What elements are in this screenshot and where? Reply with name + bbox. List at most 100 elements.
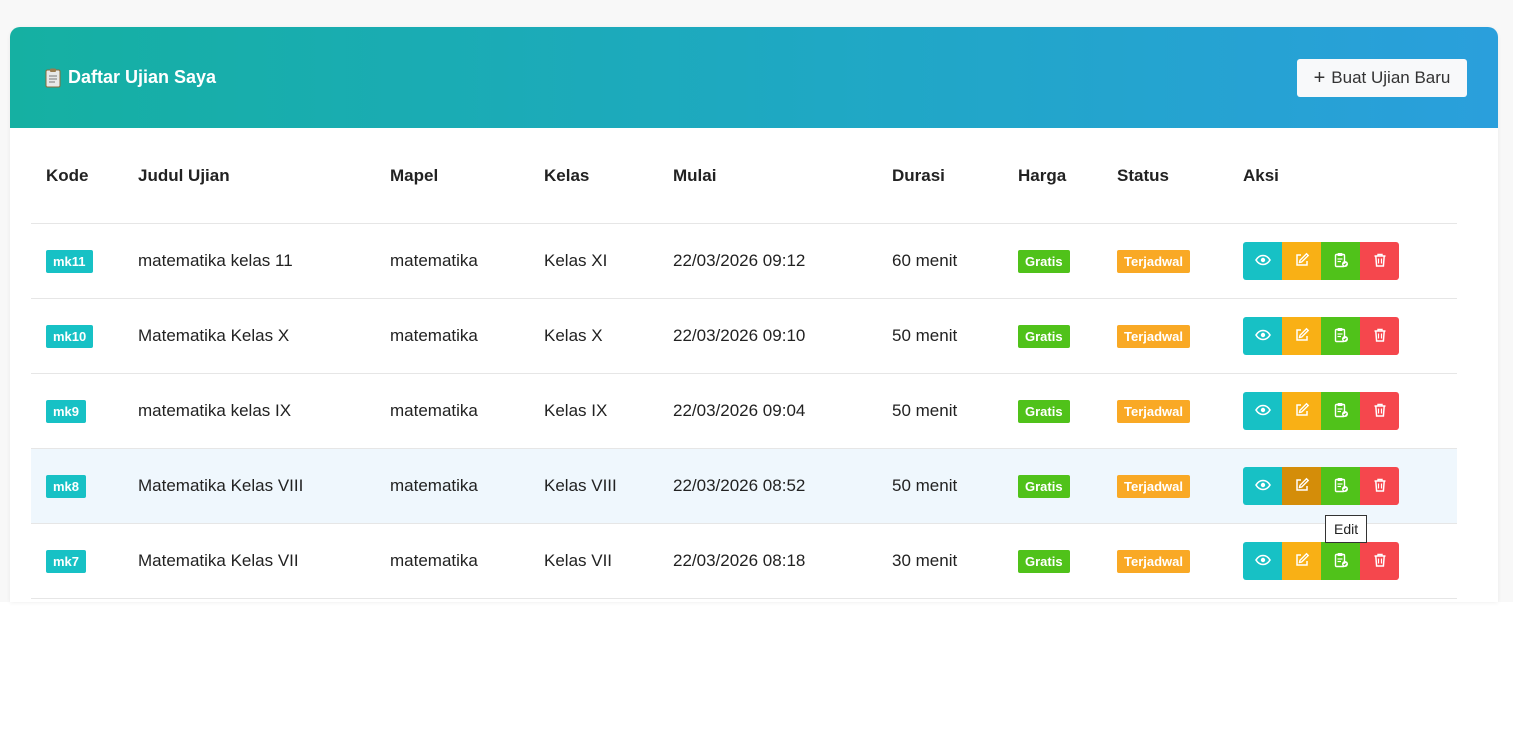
cell-class: Kelas X <box>529 298 658 374</box>
cell-status: Terjadwal <box>1102 298 1228 374</box>
action-group <box>1243 242 1457 280</box>
cell-subject: matematika <box>375 373 529 449</box>
status-badge: Terjadwal <box>1117 324 1191 348</box>
cell-actions <box>1228 298 1457 374</box>
edit-icon <box>1294 327 1310 346</box>
edit-button[interactable] <box>1282 467 1321 505</box>
cell-class: Kelas VIII <box>529 448 658 524</box>
view-button[interactable] <box>1243 317 1282 355</box>
col-header-judul: Judul Ujian <box>123 128 375 224</box>
cell-title: Matematika Kelas VII <box>123 523 375 599</box>
clipboard-check-icon <box>1333 252 1349 271</box>
view-button[interactable] <box>1243 242 1282 280</box>
results-button[interactable] <box>1321 542 1360 580</box>
delete-button[interactable] <box>1360 317 1399 355</box>
results-button[interactable] <box>1321 242 1360 280</box>
cell-status: Terjadwal <box>1102 523 1228 599</box>
status-badge: Terjadwal <box>1117 249 1191 273</box>
cell-subject: matematika <box>375 448 529 524</box>
cell-title: Matematika Kelas VIII <box>123 448 375 524</box>
trash-icon <box>1372 252 1388 271</box>
cell-code: mk7 <box>31 523 123 599</box>
create-exam-button[interactable]: + Buat Ujian Baru <box>1297 59 1467 97</box>
col-header-harga: Harga <box>1003 128 1102 224</box>
view-button[interactable] <box>1243 467 1282 505</box>
results-button[interactable] <box>1321 467 1360 505</box>
page-title: Daftar Ujian Saya <box>44 67 216 88</box>
status-badge: Terjadwal <box>1117 549 1191 573</box>
edit-tooltip: Edit <box>1325 515 1368 543</box>
status-badge: Terjadwal <box>1117 399 1191 423</box>
plus-icon: + <box>1313 67 1326 89</box>
cell-start: 22/03/2026 09:12 <box>658 223 877 299</box>
card-header: Daftar Ujian Saya + Buat Ujian Baru <box>10 27 1498 128</box>
col-header-mulai: Mulai <box>658 128 877 224</box>
edit-icon <box>1294 252 1310 271</box>
results-button[interactable] <box>1321 317 1360 355</box>
action-group <box>1243 542 1457 580</box>
results-button[interactable] <box>1321 392 1360 430</box>
eye-icon <box>1254 402 1271 421</box>
cell-subject: matematika <box>375 298 529 374</box>
edit-button[interactable] <box>1282 542 1321 580</box>
cell-start: 22/03/2026 08:52 <box>658 448 877 524</box>
cell-start: 22/03/2026 09:04 <box>658 373 877 449</box>
clipboard-icon <box>44 68 62 88</box>
cell-duration: 50 menit <box>877 298 1003 374</box>
delete-button[interactable] <box>1360 542 1399 580</box>
exam-table: Kode Judul Ujian Mapel Kelas Mulai Duras… <box>31 128 1457 599</box>
cell-code: mk10 <box>31 298 123 374</box>
edit-icon <box>1294 477 1310 496</box>
trash-icon <box>1372 327 1388 346</box>
cell-actions <box>1228 223 1457 299</box>
create-exam-label: Buat Ujian Baru <box>1331 68 1451 87</box>
cell-class: Kelas IX <box>529 373 658 449</box>
edit-button[interactable] <box>1282 392 1321 430</box>
cell-title: Matematika Kelas X <box>123 298 375 374</box>
code-badge: mk9 <box>46 399 87 423</box>
action-group <box>1243 392 1457 430</box>
edit-icon <box>1294 402 1310 421</box>
eye-icon <box>1254 327 1271 346</box>
cell-start: 22/03/2026 08:18 <box>658 523 877 599</box>
page-background <box>0 602 1513 752</box>
code-badge: mk10 <box>46 324 94 348</box>
table-row: mk11 matematika kelas 11 matematika Kelas X… <box>31 223 1457 299</box>
table-row: mk7 Matematika Kelas VII matematika Kelas V… <box>31 523 1457 599</box>
cell-title: matematika kelas 11 <box>123 223 375 299</box>
eye-icon <box>1254 552 1271 571</box>
trash-icon <box>1372 477 1388 496</box>
table-row: mk9 matematika kelas IX matematika Kelas IX… <box>31 373 1457 449</box>
action-group <box>1243 317 1457 355</box>
col-header-aksi: Aksi <box>1228 128 1457 224</box>
price-badge: Gratis <box>1018 324 1070 348</box>
delete-button[interactable] <box>1360 392 1399 430</box>
edit-button[interactable] <box>1282 242 1321 280</box>
cell-price: Gratis <box>1003 523 1102 599</box>
cell-code: mk9 <box>31 373 123 449</box>
page-title-text: Daftar Ujian Saya <box>68 67 217 87</box>
cell-start: 22/03/2026 09:10 <box>658 298 877 374</box>
cell-status: Terjadwal <box>1102 448 1228 524</box>
table-row: mk10 Matematika Kelas Xmatematika Kelas X2… <box>31 298 1457 374</box>
view-button[interactable] <box>1243 542 1282 580</box>
price-badge: Gratis <box>1018 249 1070 273</box>
view-button[interactable] <box>1243 392 1282 430</box>
cell-class: Kelas XI <box>529 223 658 299</box>
cell-duration: 50 menit <box>877 373 1003 449</box>
cell-code: mk11 <box>31 223 123 299</box>
clipboard-check-icon <box>1333 327 1349 346</box>
delete-button[interactable] <box>1360 467 1399 505</box>
code-badge: mk7 <box>46 549 87 573</box>
cell-duration: 30 menit <box>877 523 1003 599</box>
edit-button[interactable] <box>1282 317 1321 355</box>
price-badge: Gratis <box>1018 474 1070 498</box>
clipboard-check-icon <box>1333 477 1349 496</box>
delete-button[interactable] <box>1360 242 1399 280</box>
cell-title: matematika kelas IX <box>123 373 375 449</box>
cell-price: Gratis <box>1003 448 1102 524</box>
cell-status: Terjadwal <box>1102 373 1228 449</box>
price-badge: Gratis <box>1018 549 1070 573</box>
cell-actions <box>1228 373 1457 449</box>
col-header-mapel: Mapel <box>375 128 529 224</box>
